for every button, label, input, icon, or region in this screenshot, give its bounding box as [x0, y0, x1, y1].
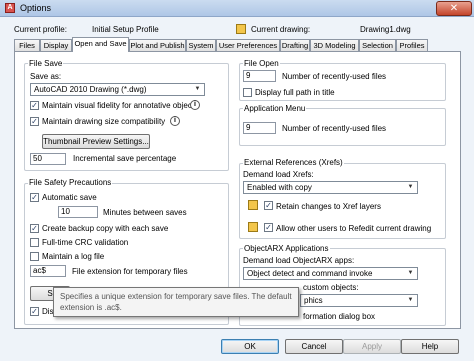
tab-drafting[interactable]: Drafting [280, 39, 310, 51]
apply-button[interactable]: Apply [343, 339, 401, 354]
ok-button[interactable]: OK [221, 339, 279, 354]
display-digital-signature-checkbox[interactable]: ✓ [30, 307, 39, 316]
tab-selection[interactable]: Selection [359, 39, 396, 51]
tooltip: Specifies a unique extension for tempora… [53, 287, 299, 317]
tab-3d-modeling[interactable]: 3D Modeling [310, 39, 359, 51]
close-button[interactable]: ✕ [436, 1, 472, 16]
maintain-size-label: Maintain drawing size compatibility [42, 117, 166, 126]
file-open-recent-label: Number of recently-used files [282, 72, 387, 81]
autocad-app-icon: A [5, 3, 15, 13]
tab-files[interactable]: Files [14, 39, 40, 51]
full-crc-checkbox[interactable] [30, 238, 39, 247]
incremental-save-label: Incremental save percentage [73, 154, 177, 163]
thumbnail-preview-settings-button[interactable]: Thumbnail Preview Settings... [42, 134, 150, 149]
maintain-log-label: Maintain a log file [42, 252, 105, 261]
app-menu-recent-input[interactable]: 9 [243, 122, 276, 134]
proxy-info-dialog-label: formation dialog box [303, 312, 376, 321]
full-path-label: Display full path in title [255, 88, 335, 97]
current-profile-value: Initial Setup Profile [92, 25, 159, 34]
tooltip-line-1: Specifies a unique extension for tempora… [60, 292, 292, 301]
proxy-custom-objects-label: custom objects: [303, 283, 359, 292]
incremental-save-input[interactable]: 50 [30, 153, 66, 165]
full-path-checkbox[interactable] [243, 88, 252, 97]
demand-load-xrefs-label: Demand load Xrefs: [243, 170, 314, 179]
tab-profiles[interactable]: Profiles [396, 39, 428, 51]
backup-copy-label: Create backup copy with each save [42, 224, 169, 233]
temp-extension-label: File extension for temporary files [72, 267, 188, 276]
tab-display[interactable]: Display [40, 39, 72, 51]
chevron-down-icon: ▼ [194, 86, 201, 92]
temp-extension-input[interactable]: ac$ [30, 265, 66, 277]
demand-load-arx-value: Object detect and command invoke [247, 269, 373, 278]
title-bar [0, 0, 474, 17]
info-icon[interactable]: i [190, 100, 200, 110]
current-drawing-label: Current drawing: [251, 25, 311, 34]
cancel-button[interactable]: Cancel [285, 339, 343, 354]
tab-user-preferences[interactable]: User Preferences [216, 39, 280, 51]
app-menu-recent-label: Number of recently-used files [282, 124, 387, 133]
window-title: Options [20, 3, 52, 13]
automatic-save-checkbox[interactable]: ✓ [30, 193, 39, 202]
backup-copy-checkbox[interactable]: ✓ [30, 224, 39, 233]
demand-load-xrefs-select[interactable]: Enabled with copy ▼ [243, 181, 418, 194]
tab-system[interactable]: System [186, 39, 216, 51]
proxy-images-select[interactable]: phics ▼ [300, 294, 418, 307]
save-as-value: AutoCAD 2010 Drawing (*.dwg) [34, 85, 147, 94]
maintain-fidelity-label: Maintain visual fidelity for annotative … [42, 101, 199, 110]
chevron-down-icon: ▼ [407, 270, 414, 276]
minutes-between-saves-label: Minutes between saves [103, 208, 187, 217]
tab-plot-and-publish[interactable]: Plot and Publish [129, 39, 186, 51]
demand-load-arx-select[interactable]: Object detect and command invoke ▼ [243, 267, 418, 280]
objectarx-title: ObjectARX Applications [243, 244, 330, 253]
file-open-title: File Open [243, 59, 280, 68]
chevron-down-icon: ▼ [407, 184, 414, 190]
xref-layer-icon [248, 200, 258, 210]
current-drawing-value: Drawing1.dwg [360, 25, 411, 34]
full-crc-label: Full-time CRC validation [42, 238, 129, 247]
proxy-images-value: phics [304, 296, 323, 305]
allow-others-checkbox[interactable]: ✓ [264, 223, 273, 232]
xrefs-title: External References (Xrefs) [243, 158, 344, 167]
save-as-select[interactable]: AutoCAD 2010 Drawing (*.dwg) ▼ [30, 83, 205, 96]
file-open-recent-input[interactable]: 9 [243, 70, 276, 82]
save-as-label: Save as: [30, 72, 62, 81]
automatic-save-label: Automatic save [42, 193, 97, 202]
maintain-fidelity-checkbox[interactable]: ✓ [30, 101, 39, 110]
current-profile-label: Current profile: [14, 25, 67, 34]
demand-load-arx-label: Demand load ObjectARX apps: [243, 256, 355, 265]
maintain-size-checkbox[interactable]: ✓ [30, 117, 39, 126]
file-safety-title: File Safety Precautions [28, 178, 113, 187]
minutes-between-saves-input[interactable]: 10 [58, 206, 98, 218]
retain-changes-label: Retain changes to Xref layers [276, 202, 381, 211]
help-button[interactable]: Help [401, 339, 459, 354]
drawing-icon [236, 24, 246, 34]
retain-changes-checkbox[interactable]: ✓ [264, 201, 273, 210]
maintain-log-checkbox[interactable] [30, 252, 39, 261]
chevron-down-icon: ▼ [407, 297, 414, 303]
info-icon[interactable]: i [170, 116, 180, 126]
refedit-icon [248, 222, 258, 232]
allow-others-label: Allow other users to Refedit current dra… [276, 224, 432, 233]
tab-open-and-save[interactable]: Open and Save [72, 37, 129, 52]
demand-load-xrefs-value: Enabled with copy [247, 183, 312, 192]
file-save-title: File Save [28, 59, 64, 68]
application-menu-title: Application Menu [243, 104, 307, 113]
tooltip-line-2: extension is .ac$. [60, 303, 122, 312]
